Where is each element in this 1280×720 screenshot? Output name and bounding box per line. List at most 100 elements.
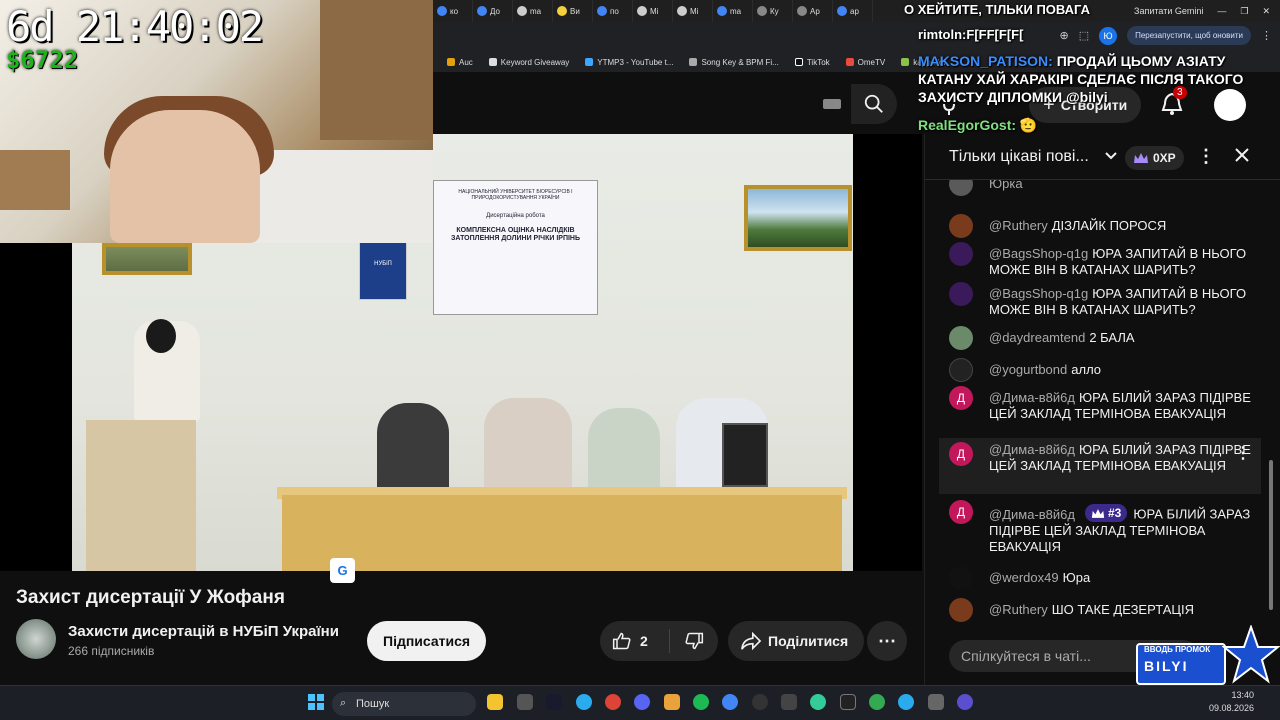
media-player-icon[interactable] (957, 694, 973, 710)
search-icon: ⌕ (340, 697, 347, 709)
share-icon (741, 631, 762, 651)
browser-tab[interactable]: Ви (553, 0, 593, 22)
bookmark-item[interactable]: OmeTV (845, 58, 885, 67)
store-icon[interactable] (517, 694, 533, 710)
keyboard-icon[interactable] (823, 99, 841, 109)
obs-icon[interactable] (752, 694, 768, 710)
chat-message[interactable]: @Ruthery ДІЗЛАЙК ПОРОСЯ (939, 214, 1261, 242)
maximize-icon[interactable]: ❐ (1240, 6, 1248, 17)
browser-tab[interactable]: До (473, 0, 513, 22)
chat-author[interactable]: @Дима-в8й6д (989, 442, 1075, 457)
chat-author[interactable]: @BagsShop-q1g (989, 286, 1088, 301)
taskbar-search[interactable]: ⌕ Пошук (332, 692, 476, 716)
chat-author[interactable]: @Ruthery (989, 602, 1048, 617)
chat-message-list: Юрка @Ruthery ДІЗЛАЙК ПОРОСЯ @BagsShop-q1… (925, 180, 1265, 628)
browser-tab[interactable]: ap (833, 0, 873, 22)
chat-message-hovered[interactable]: Д @Дима-в8й6д ЮРА БІЛИЙ ЗАРАЗ ПІДІРВЕ ЦЕЙ… (939, 438, 1261, 494)
subscribe-button[interactable]: Підписатися (367, 621, 487, 661)
search-button[interactable] (851, 84, 897, 124)
chat-author[interactable]: @werdox49 (989, 570, 1059, 585)
rank-badge: #3 (1084, 504, 1128, 522)
chat-message[interactable]: @werdox49 Юра (939, 566, 1261, 594)
chat-author[interactable]: @daydreamtend (989, 330, 1085, 345)
chat-message[interactable]: @Ruthery ШО ТАКЕ ДЕЗЕРТАЦІЯ (939, 598, 1261, 626)
chat-message[interactable]: @BagsShop-q1g ЮРА ЗАПИТАЙ В НЬОГО МОЖЕ ВІ… (939, 242, 1261, 282)
tab-favicon-icon (757, 6, 767, 16)
browser-tab[interactable]: ma (713, 0, 753, 22)
overlay-chat-line: RealEgorGost: 🫡 (918, 117, 1038, 133)
profile-avatar[interactable]: Ю (1099, 26, 1118, 45)
browser-tab[interactable]: Ку (753, 0, 793, 22)
browser-tab[interactable]: Ар (793, 0, 833, 22)
share-button[interactable]: Поділитися (728, 621, 865, 661)
zoom-icon[interactable]: ⊕ (1059, 29, 1068, 42)
chat-author[interactable]: @Дима-в8й6д (989, 390, 1075, 405)
extensions-icon[interactable]: ⬚ (1079, 29, 1089, 42)
browser-tab[interactable]: по (593, 0, 633, 22)
menu-dots-icon[interactable]: ⋮ (1261, 29, 1272, 42)
bookmark-item[interactable]: Keyword Giveaway (488, 58, 569, 67)
file-explorer-icon[interactable] (487, 694, 503, 710)
more-actions-button[interactable]: ⋯ (867, 621, 907, 661)
chat-message[interactable]: @BagsShop-q1g ЮРА ЗАПИТАЙ В НЬОГО МОЖЕ ВІ… (939, 282, 1261, 322)
chat-author[interactable]: @Дима-в8й6д (989, 507, 1075, 522)
spotify-icon[interactable] (693, 694, 709, 710)
terminal-icon[interactable] (840, 694, 856, 710)
address-bar: ⊕ ⬚ Ю Перезапустити, щоб оновити ⋮ (433, 22, 1280, 52)
browser-tab[interactable]: Mi (633, 0, 673, 22)
close-chat-icon[interactable] (1233, 146, 1251, 169)
chat-scrollbar[interactable] (1267, 180, 1275, 628)
dislike-button[interactable] (670, 631, 704, 651)
telegram-icon[interactable] (576, 694, 592, 710)
tab-favicon-icon (477, 6, 487, 16)
chat-author[interactable]: @BagsShop-q1g (989, 246, 1088, 261)
browser-tab[interactable]: ma (513, 0, 553, 22)
chrome-profile-icon[interactable] (722, 694, 738, 710)
xp-badge[interactable]: 0XP (1125, 146, 1184, 170)
windows-start-icon[interactable] (308, 694, 324, 710)
chat-avatar: Д (949, 500, 973, 524)
chrome-icon[interactable] (605, 694, 621, 710)
chat-author[interactable]: @yogurtbond (989, 362, 1067, 377)
bookmark-item[interactable]: Auc (447, 58, 473, 67)
taskbar-clock[interactable]: 13:40 09.08.2026 (1209, 689, 1254, 715)
scrollbar-thumb[interactable] (1269, 460, 1273, 610)
message-menu-icon[interactable]: ⋮ (1235, 446, 1251, 462)
chat-avatar (949, 326, 973, 350)
discord-icon[interactable] (634, 694, 650, 710)
bookmark-item[interactable]: Song Key & BPM Fi... (689, 58, 779, 67)
chat-message[interactable]: @yogurtbond алло (939, 358, 1261, 386)
browser-tab[interactable]: Mi (673, 0, 713, 22)
chat-message[interactable]: Д @Дима-в8й6д ЮРА БІЛИЙ ЗАРАЗ ПІДІРВЕ ЦЕЙ… (939, 386, 1261, 438)
chat-mode-dropdown[interactable]: Тільки цікаві пові... (949, 148, 1099, 166)
telegram-2-icon[interactable] (898, 694, 914, 710)
chat-text: @Ruthery ШО ТАКЕ ДЕЗЕРТАЦІЯ (989, 602, 1194, 617)
browser-tab[interactable]: ко (433, 0, 473, 22)
photoshop-icon[interactable] (546, 694, 562, 710)
chat-avatar (949, 598, 973, 622)
committee-member-3 (588, 408, 660, 495)
chrome-active-icon[interactable] (869, 694, 885, 710)
edge-icon[interactable] (810, 694, 826, 710)
live-chat-panel: Тільки цікаві пові... 0XP ⋮ Юрка @Ruther… (924, 134, 1280, 685)
channel-name[interactable]: Захисти дисертацій в НУБіП України (68, 623, 339, 640)
chat-author[interactable]: @Ruthery (989, 218, 1048, 233)
chat-menu-icon[interactable]: ⋮ (1197, 146, 1215, 167)
minimize-icon[interactable]: — (1217, 6, 1226, 16)
calculator-icon[interactable] (928, 694, 944, 710)
like-button[interactable]: 2 (600, 629, 670, 653)
browser-tab-strip: ко До ma Ви по Mi Mi ma Ку Ар ap Запитат… (433, 0, 1280, 22)
translate-icon[interactable]: G (330, 558, 355, 583)
chat-message[interactable]: @daydreamtend 2 БАЛА (939, 326, 1261, 354)
chat-message[interactable]: Д @Дима-в8й6д #3 ЮРА БІЛИЙ ЗАРАЗ ПІДІРВЕ Ц… (939, 500, 1261, 556)
gemini-button[interactable]: Запитати Gemini (1134, 6, 1203, 16)
bookmark-item[interactable]: YTMP3 - YouTube t... (585, 58, 673, 67)
chevron-down-icon[interactable] (1103, 148, 1119, 169)
app-icon[interactable] (664, 694, 680, 710)
bookmark-item[interactable]: TikTok (794, 58, 830, 67)
channel-avatar[interactable] (16, 619, 56, 659)
restart-button[interactable]: Перезапустити, щоб оновити (1127, 26, 1251, 45)
chat-avatar (949, 242, 973, 266)
app-icon[interactable] (781, 694, 797, 710)
close-window-icon[interactable]: ✕ (1262, 6, 1270, 17)
